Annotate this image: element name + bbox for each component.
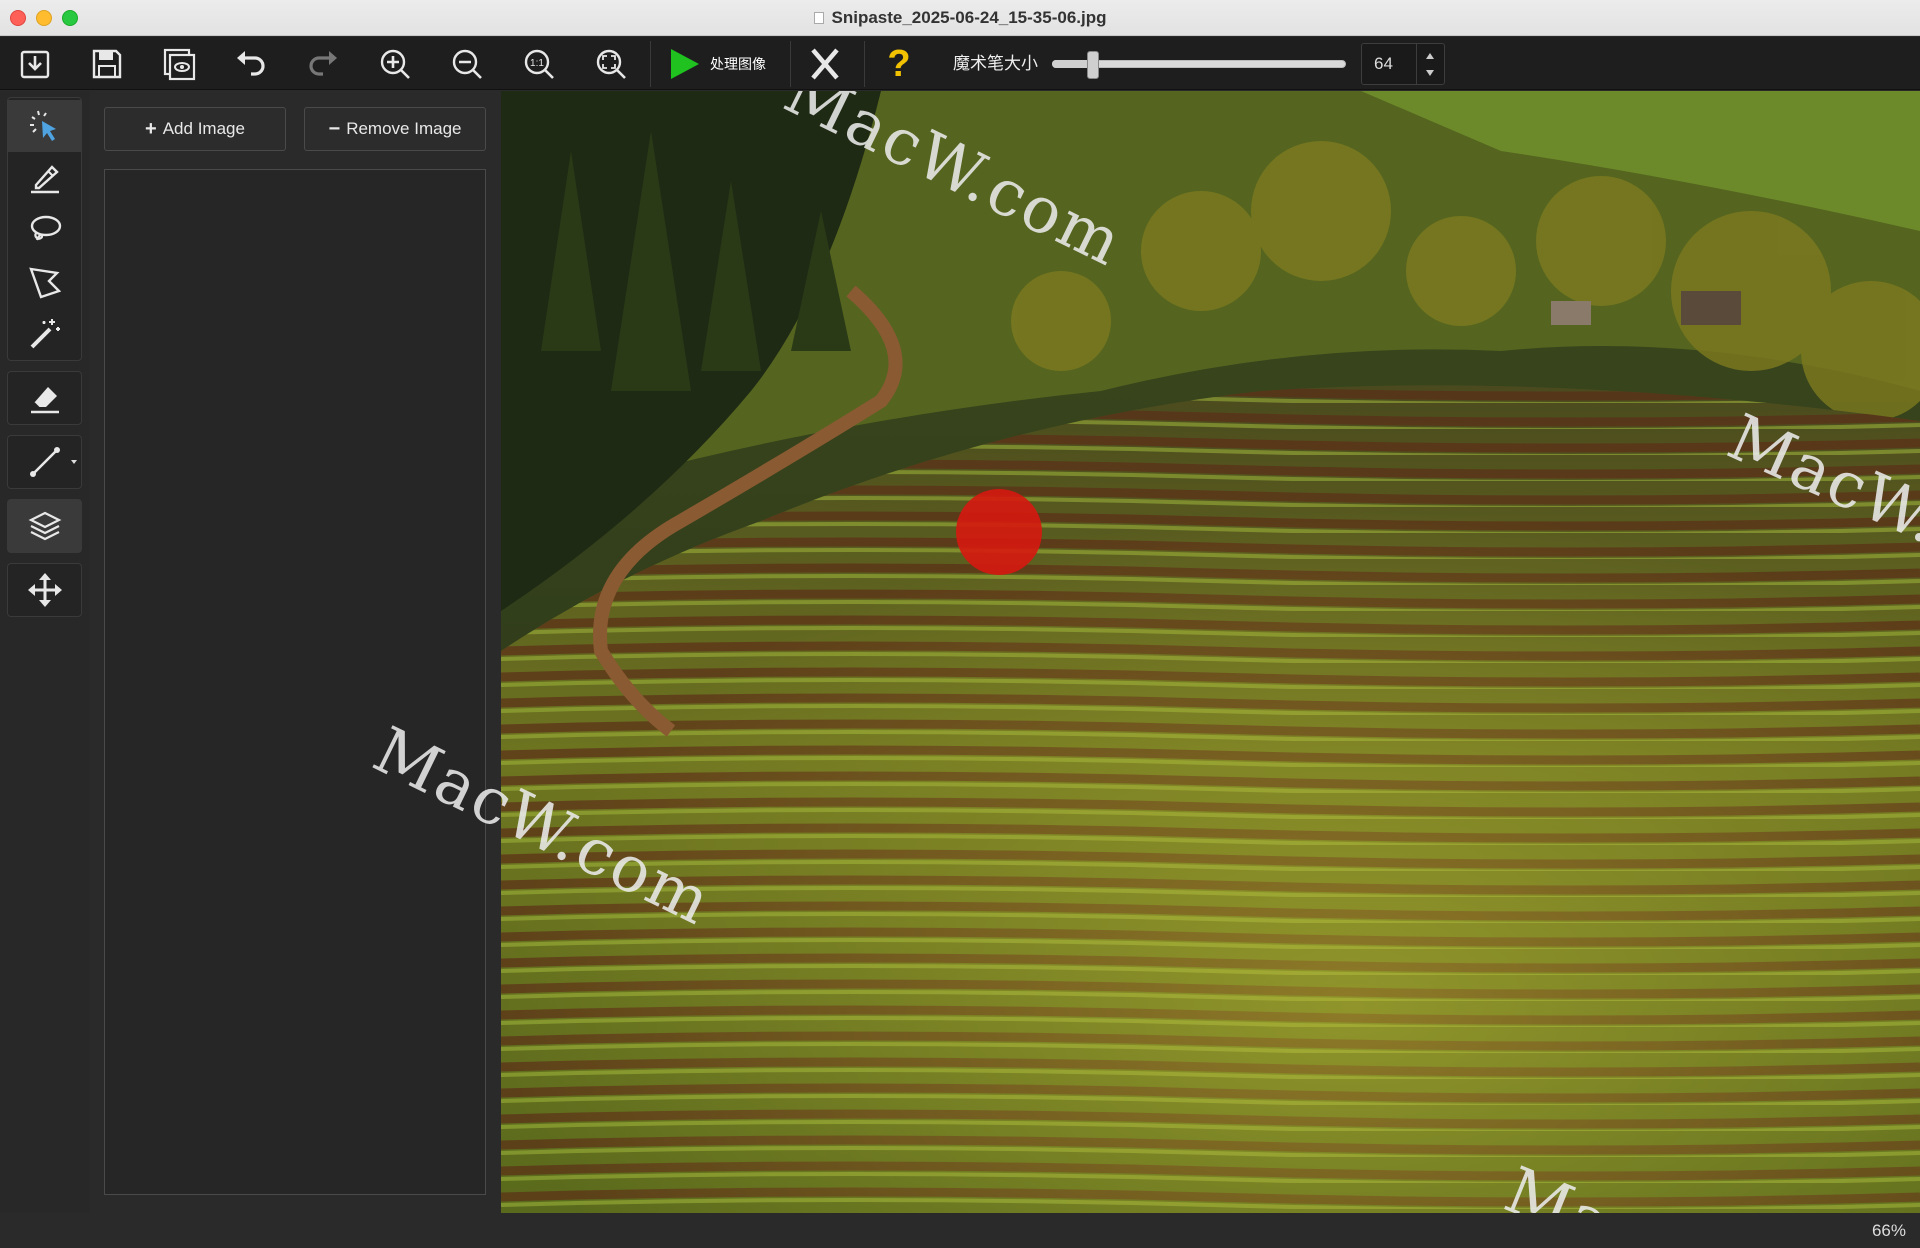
zoom-1-1-icon: 1:1 <box>524 49 554 79</box>
layers-icon <box>28 511 61 541</box>
help-button[interactable]: ? <box>876 41 922 87</box>
toolbar-separator <box>790 41 791 87</box>
magic-select-icon <box>29 110 56 141</box>
decrement-icon[interactable] <box>1426 70 1434 76</box>
marker-icon <box>30 165 59 194</box>
toolbar-separator <box>650 41 651 87</box>
tool-marker[interactable] <box>8 152 81 204</box>
add-image-button[interactable]: + Add Image <box>104 107 286 151</box>
magic-wand-icon <box>30 319 60 349</box>
main-toolbar: 1:1 处理图像 ? 魔术笔大小 64 <box>0 37 1920 90</box>
minus-icon: − <box>328 117 341 140</box>
redo-icon <box>309 51 337 76</box>
layers-tool-group <box>7 499 82 553</box>
line-icon <box>29 447 60 477</box>
preview-icon <box>163 48 196 81</box>
play-icon <box>671 49 699 79</box>
zoom-actual-size-button[interactable]: 1:1 <box>516 41 562 87</box>
status-bar: 66% <box>0 1213 1920 1248</box>
tool-palette <box>0 91 90 1248</box>
save-icon <box>92 49 122 79</box>
window-title-text: Snipaste_2025-06-24_15-35-06.jpg <box>831 8 1107 27</box>
undo-button[interactable] <box>228 41 274 87</box>
tool-eraser[interactable] <box>8 372 81 424</box>
tool-smart-select[interactable] <box>8 100 81 152</box>
brush-size-label: 魔术笔大小 <box>953 54 1038 73</box>
undo-icon <box>237 51 265 76</box>
preview-button[interactable] <box>156 41 202 87</box>
chevron-down-icon[interactable] <box>71 460 77 464</box>
zoom-fit-icon <box>596 49 626 79</box>
zoom-fit-button[interactable] <box>588 41 634 87</box>
brush-cursor <box>956 489 1042 575</box>
tool-layers[interactable] <box>8 500 81 552</box>
image-list-panel: + Add Image − Remove Image <box>90 91 500 1213</box>
vineyard-photo <box>501 91 1920 1213</box>
remove-image-label: Remove Image <box>346 119 462 138</box>
zoom-1-1-text: 1:1 <box>530 58 544 69</box>
zoom-in-button[interactable] <box>372 41 418 87</box>
polygon-lasso-icon <box>28 267 61 299</box>
image-list[interactable] <box>104 169 486 1195</box>
move-tool-group <box>7 563 82 617</box>
clear-icon <box>811 48 839 80</box>
zoom-out-icon <box>452 49 482 79</box>
zoom-level: 66% <box>1871 1221 1906 1240</box>
tool-line[interactable] <box>8 436 81 488</box>
process-image-label: 处理图像 <box>710 56 766 72</box>
help-icon: ? <box>887 42 911 85</box>
add-image-label: Add Image <box>162 119 245 138</box>
tool-lasso[interactable] <box>8 204 81 256</box>
zoom-out-button[interactable] <box>444 41 490 87</box>
open-image-button[interactable] <box>12 41 58 87</box>
eraser-icon <box>30 387 59 414</box>
zoom-in-icon <box>380 49 410 79</box>
lasso-icon <box>30 215 61 241</box>
plus-icon: + <box>145 117 157 140</box>
save-image-button[interactable] <box>84 41 130 87</box>
slider-thumb[interactable] <box>1087 51 1100 79</box>
move-icon <box>27 573 62 607</box>
clear-button[interactable] <box>802 41 848 87</box>
eraser-tool-group <box>7 371 82 425</box>
selection-tool-group <box>7 97 82 361</box>
redo-button[interactable] <box>300 41 346 87</box>
process-image-button[interactable]: 处理图像 <box>666 43 766 85</box>
toolbar-separator <box>864 41 865 87</box>
window-title: Snipaste_2025-06-24_15-35-06.jpg <box>0 0 1920 36</box>
line-tool-group <box>7 435 82 489</box>
tool-magic-wand[interactable] <box>8 308 81 360</box>
brush-size-slider[interactable] <box>1052 51 1346 79</box>
brush-size-spinbox[interactable]: 64 <box>1361 43 1445 85</box>
tool-polygon-lasso[interactable] <box>8 256 81 308</box>
tool-move[interactable] <box>8 564 81 616</box>
document-icon <box>813 12 824 24</box>
title-bar: Snipaste_2025-06-24_15-35-06.jpg <box>0 0 1920 36</box>
open-icon <box>20 50 50 79</box>
spin-arrows <box>1416 44 1444 84</box>
remove-image-button[interactable]: − Remove Image <box>304 107 486 151</box>
image-canvas[interactable]: MacW.com MacW.c MacW <box>501 91 1920 1213</box>
brush-size-value[interactable]: 64 <box>1374 44 1393 84</box>
increment-icon[interactable] <box>1426 53 1434 59</box>
